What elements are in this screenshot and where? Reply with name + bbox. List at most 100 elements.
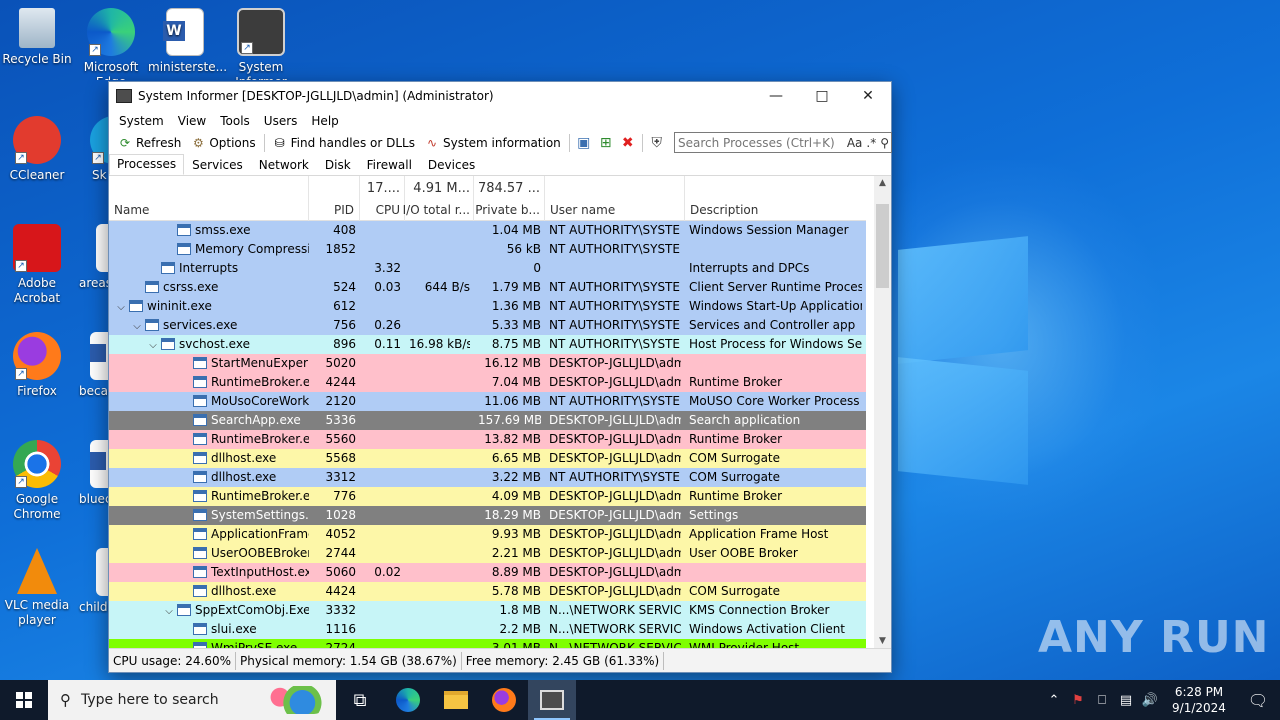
- desktop-icon-ccleaner[interactable]: ↗ CCleaner: [0, 116, 74, 183]
- table-row[interactable]: dllhost.exe 3312 3.22 MB NT AUTHORITY\SYSTE…: [109, 468, 866, 487]
- start-button[interactable]: [0, 680, 48, 720]
- table-row[interactable]: StartMenuExperie... 5020 16.12 MB DESKTOP-J…: [109, 354, 866, 373]
- desktop-icon-recycle-bin[interactable]: Recycle Bin: [0, 8, 74, 67]
- column-header-io[interactable]: 4.91 M... I/O total r...: [403, 176, 474, 221]
- case-toggle[interactable]: Aa: [845, 136, 865, 150]
- expand-chevron-icon[interactable]: ⌵: [131, 317, 143, 335]
- expand-chevron-icon[interactable]: ⌵: [115, 298, 127, 316]
- table-row[interactable]: dllhost.exe 5568 6.65 MB DESKTOP-JGLLJLD\ad…: [109, 449, 866, 468]
- desktop-icon-word-doc[interactable]: becau: [74, 332, 108, 399]
- cell-user-name: [549, 259, 681, 278]
- usb-device-icon[interactable]: ⎕: [1090, 693, 1114, 708]
- table-row[interactable]: Interrupts 3.32 0 Interrupts and DPCs: [109, 259, 866, 278]
- desktop-icon-adobe-acrobat[interactable]: ↗ Adobe Acrobat: [0, 224, 74, 306]
- column-header-pid[interactable]: PID: [309, 176, 360, 221]
- table-row[interactable]: SearchApp.exe 5336 157.69 MB DESKTOP-JGLLJL…: [109, 411, 866, 430]
- table-row[interactable]: UserOOBEBroker.... 2744 2.21 MB DESKTOP-JGL…: [109, 544, 866, 563]
- column-header-private-bytes[interactable]: 784.57 ... Private b...: [474, 176, 545, 221]
- table-row[interactable]: smss.exe 408 1.04 MB NT AUTHORITY\SYSTEM Win…: [109, 221, 866, 240]
- system-information-button[interactable]: ∿ System information: [420, 133, 566, 153]
- table-row[interactable]: RuntimeBroker.exe 4244 7.04 MB DESKTOP-JGLL…: [109, 373, 866, 392]
- menu-tools[interactable]: Tools: [213, 114, 257, 128]
- table-row[interactable]: MoUsoCoreWork... 2120 11.06 MB NT AUTHORITY…: [109, 392, 866, 411]
- regex-toggle[interactable]: .*: [864, 136, 878, 150]
- scroll-thumb[interactable]: [876, 204, 889, 288]
- vertical-scrollbar[interactable]: ▲ ▼: [874, 176, 891, 648]
- security-alert-icon[interactable]: ⚑: [1066, 693, 1090, 708]
- window-icon[interactable]: ▣: [573, 133, 595, 153]
- title-bar[interactable]: System Informer [DESKTOP-JGLLJLD\admin] …: [109, 82, 891, 110]
- taskbar-search-box[interactable]: ⚲ Type here to search: [48, 680, 336, 720]
- table-row[interactable]: RuntimeBroker.exe 5560 13.82 MB DESKTOP-JGL…: [109, 430, 866, 449]
- terminate-icon[interactable]: ✖: [617, 133, 639, 153]
- taskbar-edge[interactable]: [384, 680, 432, 720]
- scroll-up-arrow[interactable]: ▲: [874, 178, 891, 188]
- desktop-icon-word-doc[interactable]: childr: [74, 548, 108, 615]
- menu-system[interactable]: System: [112, 114, 171, 128]
- cell-io: [409, 544, 470, 563]
- tab-firewall[interactable]: Firewall: [359, 155, 420, 175]
- desktop-icon-edge[interactable]: ↗ Microsoft Edge: [74, 8, 148, 80]
- table-row[interactable]: ApplicationFrame... 4052 9.93 MB DESKTOP-JG…: [109, 525, 866, 544]
- table-row[interactable]: csrss.exe 524 0.03 644 B/s 1.79 MB NT AUTHORI…: [109, 278, 866, 297]
- expand-chevron-icon[interactable]: ⌵: [163, 602, 175, 620]
- shield-icon[interactable]: ⛨: [646, 133, 668, 153]
- taskbar-system-informer[interactable]: [528, 680, 576, 720]
- tab-processes[interactable]: Processes: [109, 154, 185, 175]
- table-row[interactable]: ⌵ SppExtComObj.Exe 3332 1.8 MB N...\NETWORK …: [109, 601, 866, 620]
- tab-services[interactable]: Services: [184, 155, 251, 175]
- table-row[interactable]: ⌵ services.exe 756 0.26 5.33 MB NT AUTHORITY\…: [109, 316, 866, 335]
- volume-icon[interactable]: 🔊: [1138, 693, 1162, 708]
- expand-chevron-icon[interactable]: ⌵: [147, 336, 159, 354]
- desktop-icon-system-informer[interactable]: ↗ System Informer: [224, 8, 298, 80]
- scroll-down-arrow[interactable]: ▼: [874, 636, 891, 646]
- windows-icon: [16, 692, 32, 708]
- process-list[interactable]: Name PID 17.... CPU 4.91 M... I/O total r.…: [109, 176, 866, 648]
- tab-devices[interactable]: Devices: [420, 155, 483, 175]
- tab-disk[interactable]: Disk: [317, 155, 359, 175]
- task-view-button[interactable]: ⧉: [336, 680, 384, 720]
- menu-help[interactable]: Help: [304, 114, 345, 128]
- cell-user-name: NT AUTHORITY\SYSTEM: [549, 223, 681, 237]
- taskbar-file-explorer[interactable]: [432, 680, 480, 720]
- desktop-icon-word-doc[interactable]: areas: [74, 224, 108, 291]
- process-name: WmiPrvSE.exe: [211, 641, 298, 648]
- minimize-button[interactable]: —: [753, 82, 799, 110]
- desktop-icon-word-doc[interactable]: bluec: [74, 440, 108, 507]
- close-button[interactable]: ✕: [845, 82, 891, 110]
- network-icon[interactable]: ▤: [1114, 693, 1138, 708]
- menu-view[interactable]: View: [171, 114, 213, 128]
- cell-pid: 5560: [325, 432, 356, 446]
- table-row[interactable]: TextInputHost.exe 5060 0.02 8.89 MB DESKTOP-…: [109, 563, 866, 582]
- table-row[interactable]: RuntimeBroker.exe 776 4.09 MB DESKTOP-JGLLJ…: [109, 487, 866, 506]
- column-header-name[interactable]: Name: [109, 176, 309, 221]
- table-row[interactable]: ⌵ svchost.exe 896 0.11 16.98 kB/s 8.75 MB NT A…: [109, 335, 866, 354]
- table-row[interactable]: slui.exe 1116 2.2 MB N...\NETWORK SERVICE Wi…: [109, 620, 866, 639]
- desktop-icon-google-chrome[interactable]: ↗ Google Chrome: [0, 440, 74, 522]
- table-row[interactable]: SystemSettings.exe 1028 18.29 MB DESKTOP-JG…: [109, 506, 866, 525]
- tab-network[interactable]: Network: [251, 155, 317, 175]
- search-icon[interactable]: ⚲: [878, 136, 891, 150]
- table-row[interactable]: Memory Compression 1852 56 kB NT AUTHORITY\…: [109, 240, 866, 259]
- desktop-icon-word-doc[interactable]: W ministerste...: [148, 8, 227, 75]
- column-header-cpu[interactable]: 17.... CPU: [360, 176, 405, 221]
- table-row[interactable]: ⌵ wininit.exe 612 1.36 MB NT AUTHORITY\SYSTE…: [109, 297, 866, 316]
- table-row[interactable]: dllhost.exe 4424 5.78 MB DESKTOP-JGLLJLD\ad…: [109, 582, 866, 601]
- clock[interactable]: 6:28 PM 9/1/2024: [1162, 684, 1236, 716]
- refresh-button[interactable]: ⟳ Refresh: [113, 133, 186, 153]
- table-row[interactable]: WmiPrvSE.exe 2724 3.01 MB N...\NETWORK SERV…: [109, 639, 866, 648]
- find-handles-button[interactable]: ⛁ Find handles or DLLs: [268, 133, 420, 153]
- desktop-icon-firefox[interactable]: ↗ Firefox: [0, 332, 74, 399]
- taskbar-firefox[interactable]: [480, 680, 528, 720]
- column-header-description[interactable]: Description: [685, 176, 866, 221]
- desktop-icon-vlc[interactable]: VLC media player: [0, 548, 74, 628]
- find-window-icon[interactable]: ⊞: [595, 133, 617, 153]
- notification-icon[interactable]: 🗨: [1236, 691, 1280, 710]
- desktop-icon-skype[interactable]: ↗ Sk: [74, 116, 108, 183]
- column-header-user-name[interactable]: User name: [545, 176, 685, 221]
- chevron-up-icon[interactable]: ⌃: [1042, 693, 1066, 708]
- maximize-button[interactable]: □: [799, 82, 845, 110]
- search-input[interactable]: [675, 135, 845, 150]
- options-button[interactable]: ⚙ Options: [186, 133, 260, 153]
- menu-users[interactable]: Users: [257, 114, 305, 128]
